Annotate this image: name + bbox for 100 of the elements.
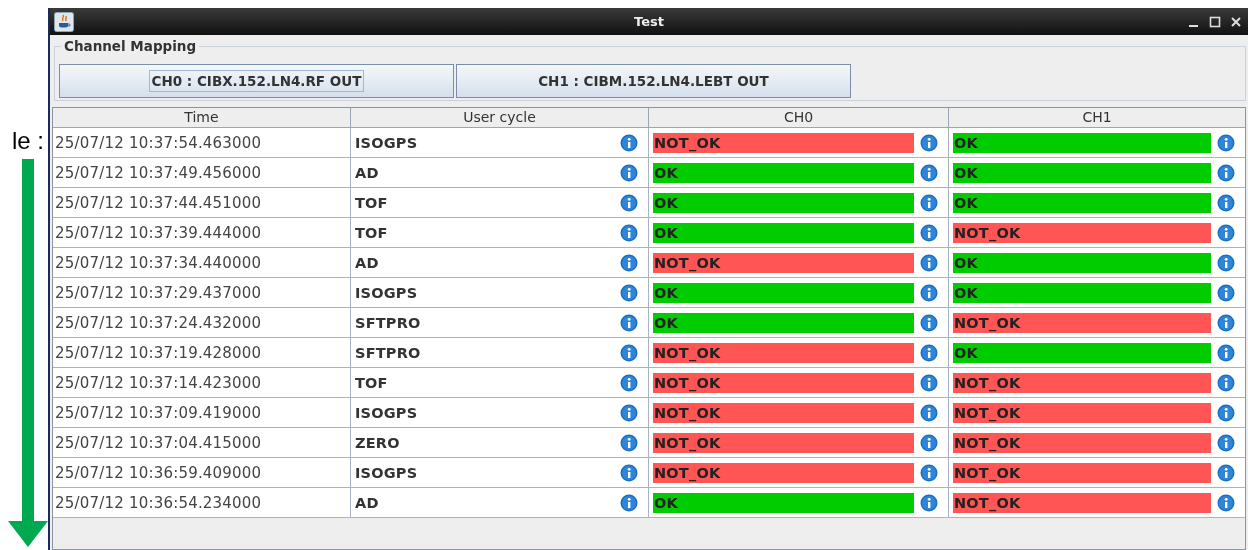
info-icon[interactable] [620,493,638,512]
info-icon[interactable] [1217,373,1235,392]
info-icon[interactable] [1217,313,1235,332]
status-bar: OK [653,162,914,183]
status-bar: NOT_OK [953,402,1211,423]
status-bar: OK [653,282,914,303]
column-header[interactable]: User cycle [351,108,649,127]
status-bar: NOT_OK [653,252,914,273]
info-icon[interactable] [920,493,938,512]
column-header[interactable]: CH1 [949,108,1245,127]
info-icon[interactable] [1217,133,1235,152]
status-bar: NOT_OK [653,402,914,423]
table-cell: ISOGPS [355,404,418,421]
status-bar: OK [953,192,1211,213]
panel-title: Channel Mapping [61,37,200,55]
info-icon[interactable] [920,133,938,152]
info-icon[interactable] [920,193,938,212]
status-bar: OK [953,132,1211,153]
info-icon[interactable] [920,283,938,302]
info-icon[interactable] [920,433,938,452]
info-icon[interactable] [1217,283,1235,302]
column-header[interactable]: Time [53,108,351,127]
table-cell: TOF [355,374,388,391]
status-bar: NOT_OK [653,372,914,393]
status-bar: NOT_OK [953,312,1211,333]
status-bar: NOT_OK [953,372,1211,393]
status-bar: OK [653,222,914,243]
status-bar: OK [953,162,1211,183]
table-cell: 25/07/12 10:37:54.463000 [53,128,351,157]
java-cup-icon [54,11,74,32]
table-cell: AD [355,494,379,511]
info-icon[interactable] [920,223,938,242]
table-cell: 25/07/12 10:37:19.428000 [53,338,351,367]
table-cell: TOF [355,194,388,211]
status-bar: NOT_OK [953,462,1211,483]
status-bar: OK [953,282,1211,303]
channel-button[interactable]: CH1 : CIBM.152.LN4.LEBT OUT [456,64,851,98]
table-cell: TOF [355,224,388,241]
table-cell: 25/07/12 10:37:39.444000 [53,218,351,247]
table-cell: 25/07/12 10:37:09.419000 [53,398,351,427]
info-icon[interactable] [1217,253,1235,272]
info-icon[interactable] [920,403,938,422]
info-icon[interactable] [920,163,938,182]
info-icon[interactable] [1217,463,1235,482]
table-cell: 25/07/12 10:37:04.415000 [53,428,351,457]
maximize-icon[interactable] [1209,15,1221,28]
status-bar: OK [953,342,1211,363]
table-cell: ISOGPS [355,284,418,301]
table-cell: ISOGPS [355,464,418,481]
status-bar: OK [653,192,914,213]
table-cell: ZERO [355,434,400,451]
table-cell: SFTPRO [355,314,421,331]
channel-button[interactable]: CH0 : CIBX.152.LN4.RF OUT [59,64,454,98]
status-bar: NOT_OK [953,432,1211,453]
table-cell: SFTPRO [355,344,421,361]
status-bar: NOT_OK [953,222,1211,243]
info-icon[interactable] [920,373,938,392]
info-icon[interactable] [1217,493,1235,512]
info-icon[interactable] [1217,163,1235,182]
info-icon[interactable] [1217,343,1235,362]
info-icon[interactable] [620,133,638,152]
info-icon[interactable] [1217,193,1235,212]
status-bar: NOT_OK [953,492,1211,513]
info-icon[interactable] [620,223,638,242]
status-bar: OK [653,492,914,513]
status-bar: OK [953,252,1211,273]
info-icon[interactable] [620,313,638,332]
info-icon[interactable] [1217,403,1235,422]
status-bar: NOT_OK [653,462,914,483]
info-icon[interactable] [620,163,638,182]
info-icon[interactable] [920,313,938,332]
table-cell: ISOGPS [355,134,418,151]
info-icon[interactable] [620,373,638,392]
status-bar: NOT_OK [653,132,914,153]
column-header[interactable]: CH0 [649,108,949,127]
info-icon[interactable] [1217,433,1235,452]
info-icon[interactable] [620,343,638,362]
annotation-text: le : [12,126,44,156]
window-title: Test [633,14,665,29]
info-icon[interactable] [920,463,938,482]
info-icon[interactable] [620,433,638,452]
table-cell: 25/07/12 10:37:29.437000 [53,278,351,307]
table-cell: 25/07/12 10:36:59.409000 [53,458,351,487]
info-icon[interactable] [920,343,938,362]
status-bar: NOT_OK [653,432,914,453]
table-cell: 25/07/12 10:37:44.451000 [53,188,351,217]
table-cell: AD [355,164,379,181]
table-cell: 25/07/12 10:36:54.234000 [53,488,351,517]
info-icon[interactable] [620,193,638,212]
table-cell: 25/07/12 10:37:14.423000 [53,368,351,397]
status-bar: OK [653,312,914,333]
table-cell: AD [355,254,379,271]
table-cell: 25/07/12 10:37:34.440000 [53,248,351,277]
info-icon[interactable] [620,403,638,422]
info-icon[interactable] [1217,223,1235,242]
info-icon[interactable] [620,253,638,272]
close-icon[interactable] [1230,15,1242,28]
info-icon[interactable] [920,253,938,272]
info-icon[interactable] [620,283,638,302]
info-icon[interactable] [620,463,638,482]
